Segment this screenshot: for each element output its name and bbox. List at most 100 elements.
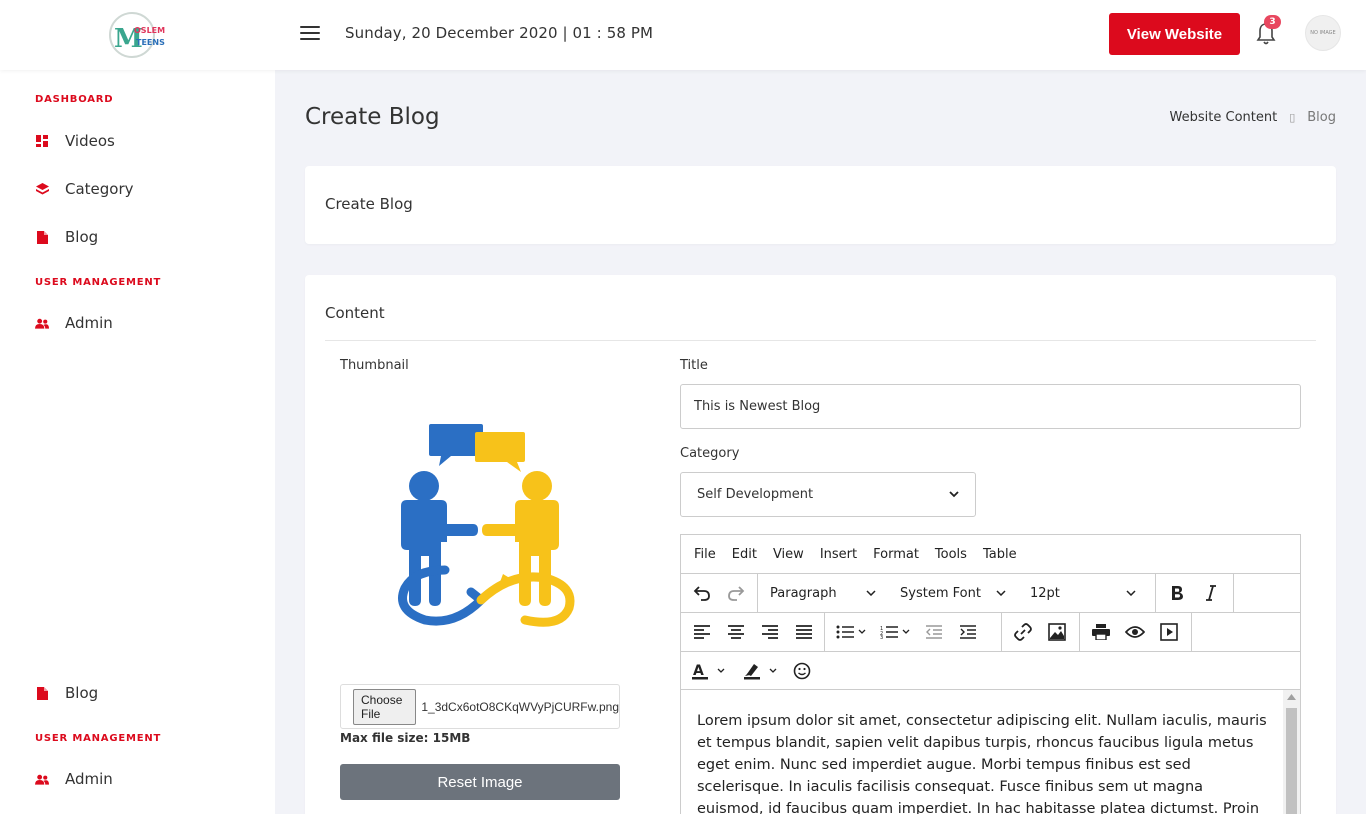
sidebar-item-admin[interactable]: Admin — [35, 314, 113, 332]
print-icon[interactable] — [1084, 617, 1118, 647]
scroll-up-arrow-icon[interactable] — [1287, 694, 1296, 700]
sidebar-section-dashboard: DASHBOARD — [35, 94, 114, 105]
editor-toolbar-row-3: A — [681, 652, 1300, 690]
chevron-down-icon — [996, 590, 1006, 596]
highlight-color-icon[interactable] — [737, 656, 787, 686]
chevron-down-icon — [949, 491, 959, 498]
editor-content-area[interactable]: Lorem ipsum dolor sit amet, consectetur … — [681, 690, 1284, 814]
align-justify-icon[interactable] — [787, 617, 821, 647]
align-left-icon[interactable] — [685, 617, 719, 647]
outdent-icon[interactable] — [917, 617, 951, 647]
view-website-button[interactable]: View Website — [1109, 13, 1240, 55]
chevron-down-icon — [866, 590, 876, 596]
redo-icon[interactable] — [719, 578, 753, 608]
notification-count-badge: 3 — [1264, 15, 1281, 29]
chevron-down-icon — [1126, 590, 1136, 596]
editor-scrollbar[interactable] — [1283, 690, 1300, 814]
max-file-size-hint: Max file size: 15MB — [340, 731, 471, 745]
title-input-value: This is Newest Blog — [694, 399, 821, 414]
page-title: Create Blog — [305, 104, 440, 130]
scrollbar-thumb[interactable] — [1286, 708, 1297, 814]
thumbnail-label: Thumbnail — [340, 358, 409, 373]
font-size-value: 12pt — [1030, 585, 1060, 601]
menu-view[interactable]: View — [773, 547, 804, 562]
reset-image-button[interactable]: Reset Image — [340, 764, 620, 800]
editor-toolbar-row-1: Paragraph System Font 12pt — [681, 574, 1300, 613]
history-group — [685, 574, 758, 612]
title-label: Title — [680, 358, 708, 373]
category-label: Category — [680, 446, 740, 461]
menu-tools[interactable]: Tools — [935, 547, 967, 562]
emoji-icon[interactable] — [785, 656, 819, 686]
media-icon[interactable] — [1152, 617, 1186, 647]
bold-icon[interactable] — [1160, 578, 1194, 608]
italic-icon[interactable] — [1194, 578, 1228, 608]
text-color-icon[interactable]: A — [685, 656, 735, 686]
image-icon[interactable] — [1040, 617, 1074, 647]
text-style-group — [1160, 574, 1234, 612]
editor-toolbar-row-2: 123 — [681, 613, 1300, 652]
link-icon[interactable] — [1006, 617, 1040, 647]
users-icon — [35, 316, 49, 330]
category-select-value: Self Development — [697, 487, 814, 502]
svg-text:OSLEM: OSLEM — [134, 26, 165, 35]
preview-eye-icon[interactable] — [1118, 617, 1152, 647]
insert-group — [1006, 613, 1080, 651]
sidebar-item-blog-bottom[interactable]: Blog — [35, 684, 98, 702]
svg-text:3: 3 — [880, 635, 883, 639]
block-format-value: Paragraph — [770, 585, 837, 601]
menu-insert[interactable]: Insert — [820, 547, 857, 562]
sidebar-item-label: Videos — [65, 132, 115, 150]
menu-format[interactable]: Format — [873, 547, 919, 562]
list-group: 123 — [829, 613, 1002, 651]
file-icon — [35, 686, 49, 700]
align-right-icon[interactable] — [753, 617, 787, 647]
svg-text:A: A — [693, 663, 704, 679]
card-title: Create Blog — [325, 195, 413, 213]
svg-text:TEENS: TEENS — [136, 38, 165, 47]
brand-logo[interactable]: M OSLEM TEENS — [108, 11, 170, 59]
font-family-value: System Font — [900, 585, 981, 601]
sidebar-item-admin-bottom[interactable]: Admin — [35, 770, 113, 788]
font-family-dropdown[interactable]: System Font — [888, 578, 1018, 608]
menu-toggle-icon[interactable] — [300, 26, 320, 42]
thumbnail-file-input[interactable]: Choose File 1_3dCx6otO8CKqWVyPjCURFw.png — [340, 684, 620, 729]
category-select[interactable]: Self Development — [680, 472, 976, 517]
sidebar-item-label: Admin — [65, 314, 113, 332]
sidebar-item-label: Blog — [65, 684, 99, 702]
rich-text-editor: File Edit View Insert Format Tools Table… — [680, 534, 1301, 814]
title-input[interactable]: This is Newest Blog — [680, 384, 1301, 429]
breadcrumb-website-content[interactable]: Website Content — [1170, 110, 1278, 125]
font-size-dropdown[interactable]: 12pt — [1018, 578, 1148, 608]
sidebar-section-user-management-bottom: USER MANAGEMENT — [35, 733, 162, 744]
divider — [325, 340, 1316, 341]
file-icon — [35, 230, 49, 244]
create-blog-card: Create Blog — [305, 166, 1336, 244]
avatar[interactable]: NO IMAGE — [1305, 15, 1341, 51]
undo-icon[interactable] — [685, 578, 719, 608]
tools-group — [1084, 613, 1192, 651]
sidebar-item-category[interactable]: Category — [35, 180, 134, 198]
sidebar-item-blog[interactable]: Blog — [35, 228, 98, 246]
sidebar-item-videos[interactable]: Videos — [35, 132, 115, 150]
sidebar-item-label: Category — [65, 180, 134, 198]
selected-file-name: 1_3dCx6otO8CKqWVyPjCURFw.png — [421, 699, 619, 714]
layers-icon — [35, 182, 49, 196]
align-center-icon[interactable] — [719, 617, 753, 647]
topbar: M OSLEM TEENS Sunday, 20 December 2020 |… — [0, 0, 1366, 70]
block-format-dropdown[interactable]: Paragraph — [758, 578, 888, 608]
menu-table[interactable]: Table — [983, 547, 1017, 562]
sidebar-item-label: Blog — [65, 228, 99, 246]
indent-icon[interactable] — [951, 617, 985, 647]
choose-file-button[interactable]: Choose File — [353, 688, 417, 725]
breadcrumb: Website Content ▯ Blog — [1170, 110, 1336, 125]
breadcrumb-blog: Blog — [1307, 110, 1336, 125]
sidebar-section-user-management: USER MANAGEMENT — [35, 277, 162, 288]
sidebar-item-label: Admin — [65, 770, 113, 788]
bullet-list-icon[interactable] — [829, 617, 873, 647]
content-section-title: Content — [325, 304, 385, 322]
numbered-list-icon[interactable]: 123 — [873, 617, 917, 647]
menu-edit[interactable]: Edit — [732, 547, 757, 562]
menu-file[interactable]: File — [694, 547, 716, 562]
sidebar: DASHBOARD Videos Category Blog USER MANA… — [0, 70, 275, 814]
